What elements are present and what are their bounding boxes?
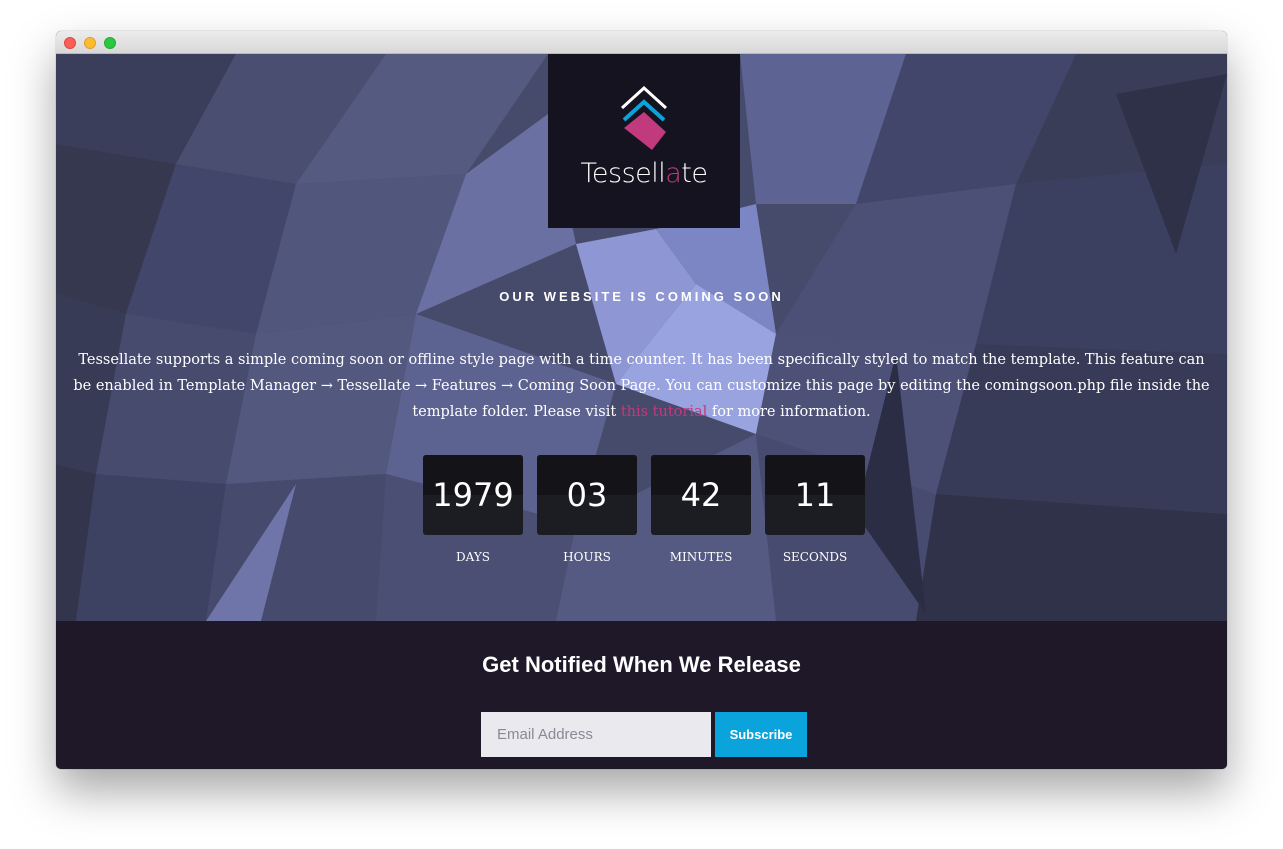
- stacked-diamond-logo-icon: [620, 86, 668, 150]
- logo-block[interactable]: Tessellate: [548, 54, 740, 228]
- countdown-minutes: 42: [651, 455, 751, 535]
- email-field[interactable]: [481, 712, 711, 757]
- hero-section: Tessellate OUR WEBSITE IS COMING SOON Te…: [56, 54, 1227, 621]
- close-window-button[interactable]: [64, 37, 76, 49]
- countdown-days: 1979: [423, 455, 523, 535]
- coming-soon-heading: OUR WEBSITE IS COMING SOON: [499, 289, 784, 304]
- days-label: DAYS: [456, 550, 490, 564]
- browser-window: Tessellate OUR WEBSITE IS COMING SOON Te…: [56, 31, 1227, 769]
- description-text: Tessellate supports a simple coming soon…: [73, 352, 1210, 420]
- countdown-seconds: 11: [765, 455, 865, 535]
- zoom-window-button[interactable]: [104, 37, 116, 49]
- subscribe-button[interactable]: Subscribe: [715, 712, 807, 757]
- window-titlebar: [56, 31, 1227, 54]
- tutorial-link[interactable]: this tutorial: [621, 404, 707, 420]
- notify-section: Get Notified When We Release Subscribe: [56, 621, 1227, 769]
- minutes-label: MINUTES: [669, 550, 733, 564]
- countdown-hours: 03: [537, 455, 637, 535]
- hours-label: HOURS: [563, 550, 611, 564]
- minimize-window-button[interactable]: [84, 37, 96, 49]
- logo-text: Tessellate: [580, 158, 708, 189]
- seconds-label: SECONDS: [782, 550, 848, 564]
- notify-heading: Get Notified When We Release: [482, 652, 801, 677]
